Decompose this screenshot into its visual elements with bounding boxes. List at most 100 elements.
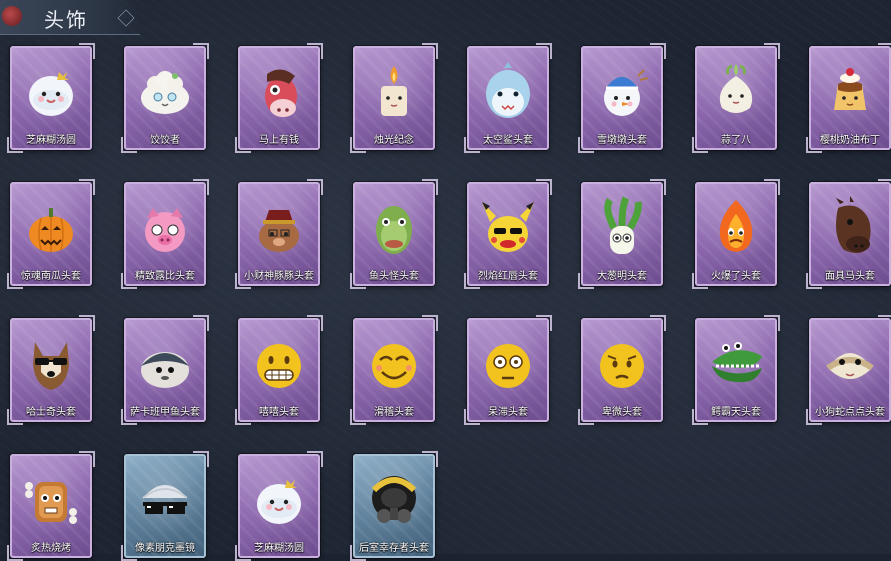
fire-icon (706, 196, 766, 258)
frame-corner (307, 451, 323, 467)
headwear-name: 呆滞头套 (488, 407, 528, 418)
headwear-name: 烛光纪念 (374, 135, 414, 146)
headwear-card[interactable]: 哈士奇头套 (7, 315, 95, 425)
headwear-card[interactable]: 小狗蛇点点头套 (806, 315, 891, 425)
frame-corner (536, 43, 552, 59)
frame-corner (650, 43, 666, 59)
frame-corner (307, 43, 323, 59)
headwear-name: 雪墩墩头套 (597, 135, 647, 146)
headwear-card[interactable]: 面具马头套 (806, 179, 891, 289)
frame-corner (422, 451, 438, 467)
grill-icon (21, 468, 81, 530)
frame-corner (79, 43, 95, 59)
frame-corner (307, 315, 323, 331)
headwear-card[interactable]: 后室幸存者头套 (350, 451, 438, 561)
frame-corner (878, 179, 891, 195)
headwear-name: 马上有钱 (259, 135, 299, 146)
headwear-name: 后室幸存者头套 (359, 543, 429, 554)
snowman-icon (592, 60, 652, 122)
headwear-card[interactable]: 太空鲨头套 (464, 43, 552, 153)
headwear-name: 饺饺者 (150, 135, 180, 146)
headwear-card[interactable]: 滑稽头套 (350, 315, 438, 425)
grin-emoji-icon (249, 332, 309, 394)
headwear-card[interactable]: 芝麻糊汤圆 (235, 451, 323, 561)
headwear-card[interactable]: 精致露比头套 (121, 179, 209, 289)
headwear-name: 鳄霸天头套 (711, 407, 761, 418)
headwear-card[interactable]: 烈焰红唇头套 (464, 179, 552, 289)
humble-emoji-icon (592, 332, 652, 394)
garlic-icon (706, 60, 766, 122)
headwear-card[interactable]: 樱桃奶油布丁 (806, 43, 891, 153)
frame-corner (193, 451, 209, 467)
headwear-name: 芝麻糊汤圆 (254, 543, 304, 554)
diamond-icon (117, 9, 135, 27)
headwear-card[interactable]: 小财神豚豚头套 (235, 179, 323, 289)
headwear-card[interactable]: 呆滞头套 (464, 315, 552, 425)
headwear-card[interactable]: 饺饺者 (121, 43, 209, 153)
frame-corner (79, 179, 95, 195)
headwear-name: 像素朋克墨镜 (135, 543, 195, 554)
snake-icon (820, 332, 880, 394)
headwear-card[interactable]: 火爆了头套 (692, 179, 780, 289)
headwear-card[interactable]: 惊魂南瓜头套 (7, 179, 95, 289)
headwear-card[interactable]: 嘻嘻头套 (235, 315, 323, 425)
fish-head-icon (364, 196, 424, 258)
husky-icon (21, 332, 81, 394)
frame-corner (650, 315, 666, 331)
headwear-name: 小财神豚豚头套 (244, 271, 314, 282)
frame-corner (193, 43, 209, 59)
pudding-icon (820, 60, 880, 122)
horse-mask-icon (820, 196, 880, 258)
headwear-name: 芝麻糊汤圆 (26, 135, 76, 146)
section-title: 头饰 (44, 8, 88, 32)
candle-icon (364, 60, 424, 122)
headwear-name: 火爆了头套 (711, 271, 761, 282)
headwear-card[interactable]: 鳄霸天头套 (692, 315, 780, 425)
dumpling-icon (135, 60, 195, 122)
scallion-icon (592, 196, 652, 258)
frame-corner (193, 179, 209, 195)
headwear-card[interactable]: 萨卡班甲鱼头套 (121, 315, 209, 425)
section-header: 头饰 (0, 0, 140, 35)
headwear-card[interactable]: 大葱明头套 (578, 179, 666, 289)
headwear-name: 萨卡班甲鱼头套 (130, 407, 200, 418)
headwear-name: 哈士奇头套 (26, 407, 76, 418)
headwear-name: 卑微头套 (602, 407, 642, 418)
headwear-name: 太空鲨头套 (483, 135, 533, 146)
headwear-card[interactable]: 像素朋克墨镜 (121, 451, 209, 561)
frame-corner (79, 451, 95, 467)
headwear-name: 面具马头套 (825, 271, 875, 282)
headwear-card[interactable]: 雪墩墩头套 (578, 43, 666, 153)
stare-emoji-icon (478, 332, 538, 394)
gas-mask-icon (364, 468, 424, 530)
frame-corner (878, 315, 891, 331)
tangyuan-icon (21, 60, 81, 122)
frame-corner (422, 315, 438, 331)
piggy-god-icon (249, 196, 309, 258)
headwear-card[interactable]: 鱼头怪头套 (350, 179, 438, 289)
headwear-name: 惊魂南瓜头套 (21, 271, 81, 282)
headwear-card[interactable]: 炙热烧烤 (7, 451, 95, 561)
headwear-name: 滑稽头套 (374, 407, 414, 418)
headwear-card[interactable]: 卑微头套 (578, 315, 666, 425)
headwear-name: 樱桃奶油布丁 (820, 135, 880, 146)
headwear-name: 炙热烧烤 (31, 543, 71, 554)
frame-corner (193, 315, 209, 331)
frame-corner (536, 179, 552, 195)
frame-corner (79, 315, 95, 331)
headwear-name: 精致露比头套 (135, 271, 195, 282)
headwear-name: 嘻嘻头套 (259, 407, 299, 418)
headwear-card[interactable]: 蒜了八 (692, 43, 780, 153)
headwear-name: 大葱明头套 (597, 271, 647, 282)
crocodile-icon (706, 332, 766, 394)
headwear-card[interactable]: 芝麻糊汤圆 (7, 43, 95, 153)
frame-corner (307, 179, 323, 195)
emblem-icon (2, 6, 22, 26)
horse-icon (249, 60, 309, 122)
pumpkin-icon (21, 196, 81, 258)
headwear-card[interactable]: 马上有钱 (235, 43, 323, 153)
shark-icon (478, 60, 538, 122)
frame-corner (536, 315, 552, 331)
headwear-card[interactable]: 烛光纪念 (350, 43, 438, 153)
frame-corner (422, 179, 438, 195)
